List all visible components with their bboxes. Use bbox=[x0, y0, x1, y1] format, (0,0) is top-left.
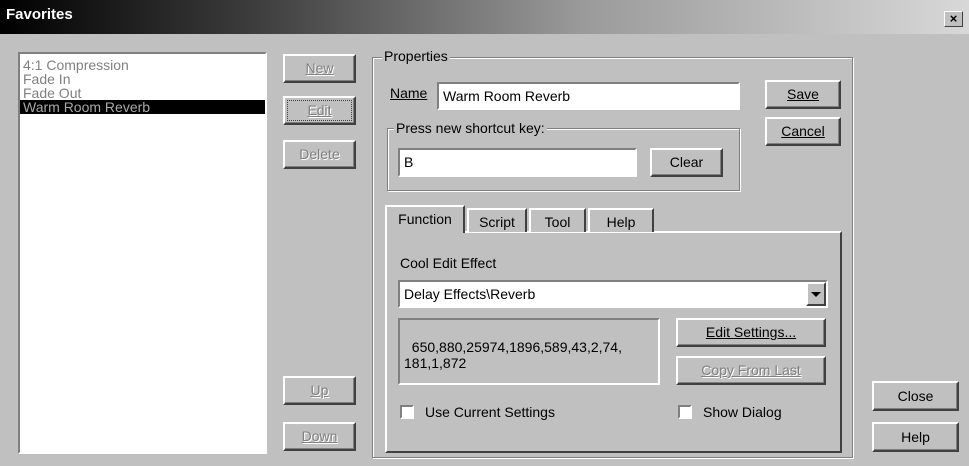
cancel-button-label: Cancel bbox=[781, 123, 825, 139]
edit-button[interactable]: Edit bbox=[283, 96, 356, 125]
show-dialog-label: Show Dialog bbox=[703, 404, 782, 420]
name-field[interactable]: Warm Room Reverb bbox=[437, 82, 740, 110]
settings-text-value: 650,880,25974,1896,589,43,2,74, 181,1,87… bbox=[404, 339, 622, 371]
edit-button-label: Edit bbox=[307, 102, 332, 118]
close-button[interactable]: Close bbox=[872, 381, 959, 411]
effect-label: Cool Edit Effect bbox=[400, 255, 497, 271]
show-dialog-checkbox[interactable] bbox=[678, 405, 692, 419]
shortcut-field-value: B bbox=[404, 154, 414, 170]
list-item[interactable]: Fade In bbox=[20, 72, 265, 86]
close-button-label: Close bbox=[897, 388, 934, 404]
clear-button[interactable]: Clear bbox=[650, 148, 723, 177]
help-button-label: Help bbox=[901, 429, 930, 445]
up-button-label: Up bbox=[310, 382, 329, 398]
name-field-value: Warm Room Reverb bbox=[443, 88, 571, 104]
name-label: Name bbox=[390, 85, 428, 101]
title-bar bbox=[0, 0, 969, 34]
shortcut-legend: Press new shortcut key: bbox=[394, 120, 547, 136]
dropdown-button[interactable] bbox=[806, 282, 826, 306]
save-button[interactable]: Save bbox=[765, 80, 841, 109]
down-button-label: Down bbox=[301, 428, 338, 444]
use-current-settings-label: Use Current Settings bbox=[425, 404, 555, 420]
cancel-button[interactable]: Cancel bbox=[765, 117, 841, 146]
list-item-selected[interactable]: Warm Room Reverb bbox=[20, 100, 265, 114]
settings-text[interactable]: 650,880,25974,1896,589,43,2,74, 181,1,87… bbox=[398, 318, 660, 385]
up-button[interactable]: Up bbox=[283, 376, 356, 405]
chevron-down-icon bbox=[811, 292, 821, 297]
edit-settings-button[interactable]: Edit Settings... bbox=[676, 318, 826, 347]
favorites-list[interactable]: 4:1 Compression Fade In Fade Out Warm Ro… bbox=[18, 52, 267, 454]
delete-button[interactable]: Delete bbox=[283, 140, 356, 169]
tab-help[interactable]: Help bbox=[588, 208, 654, 232]
new-button[interactable]: New bbox=[283, 54, 356, 83]
edit-settings-button-label: Edit Settings... bbox=[705, 324, 797, 340]
list-item[interactable]: 4:1 Compression bbox=[20, 58, 265, 72]
delete-button-label: Delete bbox=[299, 146, 340, 162]
new-button-label: New bbox=[305, 60, 334, 76]
properties-legend: Properties bbox=[382, 48, 450, 64]
shortcut-field[interactable]: B bbox=[398, 148, 637, 177]
window-title: Favorites bbox=[6, 6, 73, 23]
copy-from-last-button[interactable]: Copy From Last bbox=[676, 356, 826, 385]
save-button-label: Save bbox=[787, 86, 819, 102]
close-icon[interactable]: × bbox=[944, 11, 963, 27]
copy-from-last-button-label: Copy From Last bbox=[701, 362, 801, 378]
tab-tool[interactable]: Tool bbox=[529, 208, 586, 232]
use-current-settings-checkbox[interactable] bbox=[400, 405, 414, 419]
down-button[interactable]: Down bbox=[283, 422, 356, 451]
list-item[interactable]: Fade Out bbox=[20, 86, 265, 100]
help-button[interactable]: Help bbox=[872, 422, 959, 452]
effect-select[interactable]: Delay Effects\Reverb bbox=[398, 280, 828, 308]
tab-function[interactable]: Function bbox=[385, 205, 465, 233]
effect-select-value: Delay Effects\Reverb bbox=[404, 286, 536, 302]
tab-script[interactable]: Script bbox=[467, 208, 527, 232]
clear-button-label: Clear bbox=[669, 154, 704, 170]
